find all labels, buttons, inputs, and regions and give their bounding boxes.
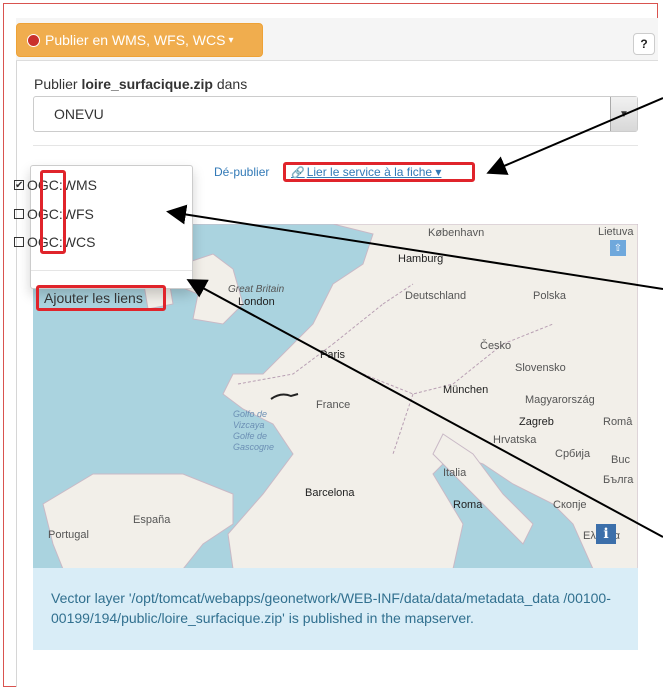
server-select-value: ONEVU [54,106,104,122]
map-label-roma: Roma [453,499,483,511]
select-arrow-icon[interactable]: ▼ [610,97,637,131]
question-icon: ? [640,37,648,51]
checkbox-highlight-box [40,170,66,254]
publish-suffix: dans [212,76,248,92]
map-label-skopje: Скопје [553,499,587,511]
checkbox-checked-icon[interactable]: ✔ [14,180,24,191]
map-label-portugal: Portugal [48,529,89,541]
help-button[interactable]: ? [633,33,655,55]
caret-down-icon: ▾ [432,165,442,179]
map-label-italia: Italia [443,467,467,479]
map-label-magyarorszag: Magyarország [525,394,595,406]
alert-message: Vector layer '/opt/tomcat/webapps/geonet… [51,590,611,626]
map-label-paris: Paris [320,349,346,361]
map-label-france: France [316,399,351,411]
publish-ogc-button[interactable]: Publier en WMS, WFS, WCS ▾ [16,23,263,57]
map-label-munchen: München [443,384,489,396]
map-label-zagreb: Zagreb [519,416,554,428]
map-label-golfo: Golfo de Vizcaya Golfe de Gascogne [233,409,275,452]
map-label-bulgaria: Бълга [603,474,634,486]
map-label-hrvatska: Hrvatska [493,434,537,446]
divider [33,145,638,146]
map-info-icon[interactable]: i [596,524,616,544]
map-scroll-glyph: ⇧ [613,242,623,254]
map-label-buc: Buc [611,454,630,466]
checkbox-icon[interactable] [14,209,24,219]
map-label-barcelona: Barcelona [305,487,355,499]
add-links-button[interactable]: Ajouter les liens [36,285,166,311]
checkbox-icon[interactable] [14,237,24,247]
globe-icon [27,33,40,47]
map-scroll-up-icon[interactable]: ⇧ [610,240,626,256]
map-label-deutschland: Deutschland [405,290,467,302]
server-select[interactable]: ONEVU [33,96,638,132]
map-label-srbija: Србија [555,448,591,460]
dropdown-divider [31,270,192,271]
map-label-london: London [238,296,275,308]
publish-button-label: Publier en WMS, WFS, WCS [45,32,226,48]
map-label-slovensko: Slovensko [515,362,566,374]
link-icon: 🔗 [291,166,305,179]
map-label-kobenhavn: København [428,227,485,239]
link-service-label: Lier le service à la fiche [306,165,433,179]
publish-target-label: Publier loire_surfacique.zip dans [34,76,247,92]
add-links-label: Ajouter les liens [44,290,143,306]
publish-prefix: Publier [34,76,82,92]
map-label-espana: España [133,514,171,526]
map-label-roma-land: Româ [603,416,633,428]
link-service-button[interactable]: 🔗 Lier le service à la fiche ▾ [283,162,475,182]
caret-down-icon: ▾ [228,34,234,46]
unpublish-link[interactable]: Dé-publier [214,165,269,179]
map-label-lietuva: Lietuva [598,226,634,238]
map-label-polska: Polska [533,290,567,302]
info-alert: Vector layer '/opt/tomcat/webapps/geonet… [33,568,638,650]
file-name: loire_surfacique.zip [81,76,213,92]
map-label-cesko: Česko [480,340,512,352]
map-label-hamburg: Hamburg [398,253,444,265]
map-info-glyph: i [603,526,609,542]
map-label-great-britain: Great Britain [228,284,285,295]
